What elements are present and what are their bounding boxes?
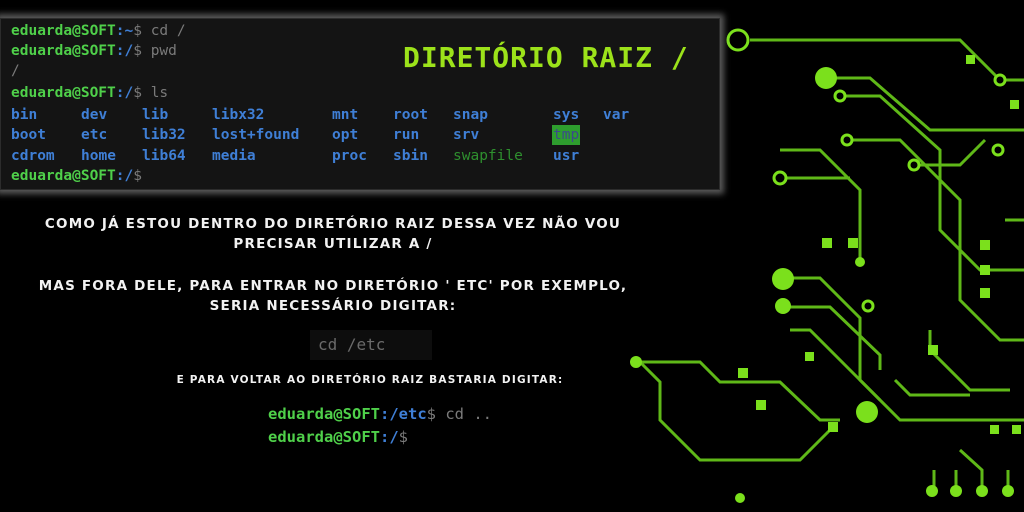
prompt-sep: : xyxy=(115,43,125,59)
prompt-cmd: $ cd .. xyxy=(426,405,492,423)
caption-line-5: E para voltar ao diretório raiz bastaria… xyxy=(176,374,564,386)
dir-entry: sbin xyxy=(393,148,428,164)
terminal-final-prompt: eduarda@SOFT:/$ xyxy=(11,166,142,186)
file-entry: swapfile xyxy=(453,148,523,164)
dir-entry: boot xyxy=(11,127,46,143)
dir-entry: proc xyxy=(332,148,367,164)
dir-entry: snap xyxy=(453,107,488,123)
caption-line-4: seria necessário digitar: xyxy=(209,298,457,314)
prompt-path: / xyxy=(124,168,134,184)
dir-entry: sys xyxy=(553,107,580,123)
page-title: DIRETÓRIO RAIZ / xyxy=(403,41,689,74)
dir-entry: lib64 xyxy=(142,148,186,164)
prompt-path: /etc xyxy=(389,405,427,423)
dir-entry: lib32 xyxy=(142,127,186,143)
dir-entry: home xyxy=(81,148,116,164)
prompt-cmd: $ ls xyxy=(133,85,169,101)
prompt-path: ~ xyxy=(124,23,134,39)
terminal-line-1: eduarda@SOFT:~$ cd / xyxy=(11,21,186,41)
prompt-sep: : xyxy=(115,85,125,101)
dir-entry-highlighted: tmp xyxy=(552,125,581,145)
dir-entry: usr xyxy=(553,148,580,164)
dir-entry: var xyxy=(603,107,630,123)
dir-entry: cdrom xyxy=(11,148,55,164)
dir-entry: run xyxy=(393,127,420,143)
prompt-cmd: $ pwd xyxy=(133,43,177,59)
dir-entry: libx32 xyxy=(212,107,265,123)
caption-line-2: precisar utilizar a / xyxy=(233,236,433,252)
prompt-path: / xyxy=(389,428,399,446)
prompt-cmd: $ cd / xyxy=(133,23,186,39)
prompt-user: eduarda@SOFT xyxy=(268,405,380,423)
prompt-cmd: $ xyxy=(398,428,409,446)
example-command-box: cd /etc xyxy=(310,330,432,360)
dir-entry: media xyxy=(212,148,256,164)
prompt-user: eduarda@SOFT xyxy=(11,85,116,101)
terminal-line-2: eduarda@SOFT:/$ pwd xyxy=(11,41,177,61)
example-prompt-line-2: eduarda@SOFT:/$ xyxy=(268,426,408,448)
dir-entry: lib xyxy=(142,107,169,123)
terminal-line-4: eduarda@SOFT:/$ ls xyxy=(11,83,168,103)
prompt-user: eduarda@SOFT xyxy=(11,23,116,39)
dir-entry: srv xyxy=(453,127,480,143)
dir-entry: root xyxy=(393,107,428,123)
prompt-path: / xyxy=(124,85,134,101)
prompt-sep: : xyxy=(379,405,390,423)
caption-line-1: Como já estou dentro do diretório raiz d… xyxy=(44,216,622,232)
example-prompt-line-1: eduarda@SOFT:/etc$ cd .. xyxy=(268,403,492,425)
dir-entry: mnt xyxy=(332,107,359,123)
terminal-window: eduarda@SOFT:~$ cd / eduarda@SOFT:/$ pwd… xyxy=(0,18,720,190)
dir-entry: lost+found xyxy=(212,127,300,143)
terminal-line-3: / xyxy=(11,61,20,81)
dir-entry: opt xyxy=(332,127,359,143)
command-output: / xyxy=(11,63,20,79)
prompt-sep: : xyxy=(379,428,390,446)
dir-entry: bin xyxy=(11,107,38,123)
prompt-cmd: $ xyxy=(133,168,142,184)
prompt-sep: : xyxy=(115,23,125,39)
prompt-sep: : xyxy=(115,168,125,184)
dir-entry: etc xyxy=(81,127,108,143)
prompt-user: eduarda@SOFT xyxy=(11,43,116,59)
prompt-user: eduarda@SOFT xyxy=(11,168,116,184)
prompt-path: / xyxy=(124,43,134,59)
prompt-user: eduarda@SOFT xyxy=(268,428,380,446)
caption-line-3: Mas fora dele, para entrar no diretório … xyxy=(38,278,628,294)
dir-entry: dev xyxy=(81,107,108,123)
